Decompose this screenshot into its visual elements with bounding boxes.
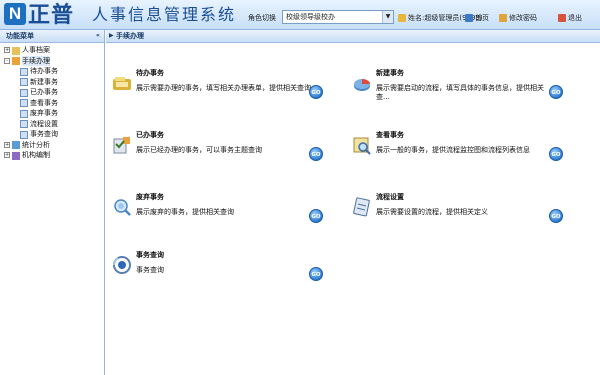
- card-title: 废弃事务: [136, 193, 164, 201]
- card-done-tasks: 已办事务 展示已经办理的事务，可以事务主题查询 GO: [111, 130, 326, 175]
- card-description: 展示废弃的事务，提供相关查询: [136, 208, 234, 216]
- folder-icon: [12, 46, 20, 55]
- sidebar-item-procedures[interactable]: - 手续办理: [0, 55, 104, 66]
- menu-tree: + 人事档案 - 手续办理 待办事务 新建事务 已办事务 查看事务 废弃事务 流…: [0, 43, 104, 161]
- change-password-link[interactable]: 修改密码: [499, 13, 537, 23]
- card-title: 事务查询: [136, 251, 164, 259]
- sidebar-item-statistics[interactable]: + 统计分析: [0, 140, 104, 151]
- go-button[interactable]: GO: [309, 209, 323, 223]
- sidebar-item-label: 事务查询: [30, 130, 58, 138]
- sidebar-item-new[interactable]: 新建事务: [0, 77, 104, 88]
- go-button[interactable]: GO: [549, 147, 563, 161]
- page-icon: [20, 78, 28, 86]
- home-icon: [465, 14, 473, 22]
- sidebar-title: 功能菜单: [6, 32, 34, 40]
- card-pending-tasks: 待办事务 展示需要办理的事务，填写相关办理表单，提供相关查询 GO: [111, 68, 326, 113]
- done-task-icon: [113, 137, 130, 154]
- card-title: 新建事务: [376, 69, 404, 77]
- sidebar-item-label: 机构编制: [22, 151, 50, 159]
- sidebar-item-query[interactable]: 事务查询: [0, 129, 104, 140]
- page-icon: [20, 67, 28, 76]
- card-workflow-settings: 流程设置 展示需要设置的流程，提供相关定义 GO: [351, 192, 566, 237]
- sidebar: 功能菜单 « + 人事档案 - 手续办理 待办事务 新建事务 已办事务 查看事务: [0, 30, 105, 375]
- card-title: 已办事务: [136, 131, 164, 139]
- role-select-value: 校级领导级校办: [286, 13, 335, 21]
- folder-open-icon: [12, 57, 20, 65]
- card-description: 展示已经办理的事务，可以事务主题查询: [136, 146, 262, 154]
- org-icon: [12, 151, 20, 160]
- logo-text: 正普: [28, 2, 75, 27]
- role-switch-label: 角色切换: [248, 14, 276, 22]
- collapse-icon[interactable]: «: [94, 32, 102, 40]
- page-icon: [20, 130, 28, 139]
- home-label: 首页: [475, 14, 489, 22]
- card-new-tasks: 新建事务 展示需要启动的流程，填写具体的事务信息，提供相关查... GO: [351, 68, 566, 113]
- card-discarded-tasks: 废弃事务 展示废弃的事务，提供相关查询 GO: [111, 192, 326, 237]
- app-title: 人事信息管理系统: [92, 5, 237, 24]
- logo-mark: N: [4, 3, 26, 25]
- task-query-icon: [112, 256, 131, 274]
- expand-icon[interactable]: +: [4, 47, 10, 53]
- logout-icon: [558, 14, 566, 22]
- sidebar-item-label: 统计分析: [22, 140, 50, 149]
- user-icon: [398, 14, 406, 22]
- app-header: N 正普 人事信息管理系统 角色切换 校级领导级校办 ▼ 姓名:超级管理员(99…: [0, 0, 600, 30]
- card-view-tasks: 查看事务 展示一般的事务，提供流程监控图和流程列表信息 GO: [351, 130, 566, 175]
- card-description: 展示需要启动的流程，填写具体的事务信息，提供相关查...: [376, 84, 544, 101]
- card-title: 查看事务: [376, 131, 404, 139]
- page-icon: [20, 109, 28, 118]
- sidebar-item-discarded[interactable]: 废弃事务: [0, 108, 104, 119]
- logout-link[interactable]: 退出: [558, 13, 582, 23]
- go-button[interactable]: GO: [549, 85, 563, 99]
- page-icon: [20, 120, 28, 128]
- sidebar-item-done[interactable]: 已办事务: [0, 87, 104, 98]
- sidebar-item-label: 已办事务: [30, 88, 58, 96]
- card-title: 待办事务: [136, 69, 164, 77]
- go-button[interactable]: GO: [309, 85, 323, 99]
- card-description: 展示需要办理的事务，填写相关办理表单，提供相关查询: [136, 84, 311, 92]
- view-task-icon: [353, 137, 371, 155]
- sidebar-item-pending[interactable]: 待办事务: [0, 66, 104, 77]
- go-button[interactable]: GO: [309, 147, 323, 161]
- collapse-tree-icon[interactable]: -: [4, 57, 10, 64]
- sidebar-item-organization[interactable]: + 机构编制: [0, 150, 104, 161]
- workflow-settings-icon: [353, 197, 370, 217]
- sidebar-item-label: 人事档案: [22, 46, 50, 54]
- expand-icon[interactable]: +: [4, 141, 10, 148]
- sidebar-item-label: 流程设置: [30, 119, 58, 128]
- sidebar-item-label: 废弃事务: [30, 109, 58, 117]
- sidebar-item-workflow[interactable]: 流程设置: [0, 119, 104, 130]
- change-password-label: 修改密码: [509, 14, 537, 22]
- page-title: 手续办理: [116, 32, 144, 40]
- sidebar-item-view[interactable]: 查看事务: [0, 98, 104, 109]
- main-panel: ▶ 手续办理 待办事务 展示需要办理的事务，填写相关办理表单，提供相关查询 GO…: [106, 30, 600, 375]
- discarded-task-icon: [114, 199, 131, 216]
- role-select[interactable]: 校级领导级校办 ▼: [282, 10, 394, 24]
- logout-label: 退出: [568, 14, 582, 22]
- card-task-query: 事务查询 事务查询 GO: [111, 250, 326, 295]
- sidebar-item-label: 待办事务: [30, 67, 58, 75]
- key-icon: [499, 14, 507, 22]
- card-description: 展示需要设置的流程，提供相关定义: [376, 208, 488, 216]
- sidebar-item-label: 查看事务: [30, 98, 58, 107]
- sidebar-item-label: 新建事务: [30, 77, 58, 86]
- card-description: 展示一般的事务，提供流程监控图和流程列表信息: [376, 146, 530, 154]
- expand-icon[interactable]: +: [4, 152, 10, 158]
- main-header: ▶ 手续办理: [106, 30, 600, 43]
- card-title: 流程设置: [376, 193, 404, 201]
- chevron-down-icon[interactable]: ▼: [382, 11, 393, 23]
- card-description: 事务查询: [136, 266, 164, 274]
- go-button[interactable]: GO: [309, 267, 323, 281]
- sidebar-item-label: 手续办理: [22, 55, 50, 66]
- page-icon: [20, 99, 28, 107]
- pending-task-icon: [113, 77, 131, 90]
- chart-icon: [12, 141, 20, 149]
- sidebar-item-personnel-files[interactable]: + 人事档案: [0, 45, 104, 56]
- home-link[interactable]: 首页: [465, 13, 489, 23]
- page-icon: [20, 88, 28, 97]
- go-button[interactable]: GO: [549, 209, 563, 223]
- sidebar-header: 功能菜单 «: [0, 30, 104, 43]
- new-task-icon: [354, 79, 370, 91]
- triangle-right-icon: ▶: [109, 32, 114, 39]
